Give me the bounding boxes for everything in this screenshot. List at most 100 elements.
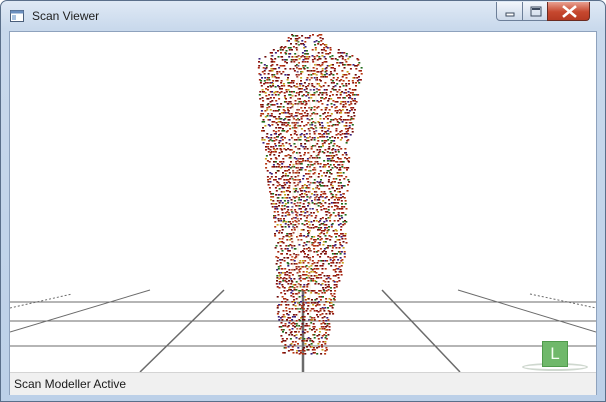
scan-point [275, 133, 277, 135]
scan-point [304, 107, 306, 109]
scan-point [325, 208, 328, 210]
scan-point [293, 227, 296, 229]
scan-point [286, 197, 289, 199]
scan-point [275, 77, 278, 79]
scan-point [347, 91, 350, 93]
scan-point [323, 185, 326, 187]
scan-point [303, 44, 306, 46]
scan-point [279, 178, 282, 180]
scan-point [287, 110, 290, 112]
scan-point [302, 196, 305, 198]
scan-point [319, 149, 322, 151]
scan-point [303, 256, 306, 258]
scan-point [320, 194, 322, 196]
scan-point [281, 316, 284, 318]
scan-point [317, 163, 320, 165]
scan-point [294, 56, 297, 58]
scan-point [280, 322, 283, 324]
scan-point [334, 137, 336, 139]
scan-point [275, 190, 278, 192]
minimize-button[interactable] [496, 2, 523, 21]
scan-point [327, 181, 330, 183]
scan-point [325, 338, 328, 340]
scan-point [274, 221, 277, 223]
scan-point [331, 55, 334, 57]
scan-point [299, 286, 302, 288]
scan-point [271, 124, 274, 126]
scan-point [336, 253, 338, 255]
scan-point [286, 239, 289, 241]
scan-point [302, 187, 305, 189]
scan-point [302, 302, 305, 304]
scan-point [279, 65, 282, 67]
scan-point [329, 259, 332, 261]
scan-point [307, 305, 310, 307]
scan-point [337, 137, 339, 139]
scan-point [287, 304, 290, 306]
scan-point [343, 178, 346, 180]
scan-point [293, 278, 296, 280]
maximize-button[interactable] [522, 2, 548, 21]
scan-point [304, 146, 307, 148]
scan-point [316, 314, 318, 316]
scan-point [352, 107, 355, 109]
scan-point [284, 197, 287, 199]
scan-point [289, 338, 292, 340]
title-bar[interactable]: Scan Viewer [1, 1, 605, 31]
close-button[interactable] [547, 2, 590, 21]
scan-point [312, 323, 315, 325]
scan-point [339, 94, 342, 96]
scan-point [318, 199, 321, 201]
scan-point [319, 206, 322, 208]
scan-point [290, 233, 293, 235]
scan-point [293, 299, 296, 301]
scan-point [350, 116, 353, 118]
scan-point [269, 97, 272, 99]
scan-point [309, 340, 312, 342]
light-indicator-button[interactable]: L [542, 341, 568, 367]
scan-point [306, 166, 309, 168]
scan-point [274, 110, 277, 112]
scan-point [328, 158, 331, 160]
3d-viewport[interactable]: L [10, 32, 596, 372]
scan-point [344, 59, 347, 61]
scan-point [321, 272, 324, 274]
scan-point [287, 89, 290, 91]
scan-point [339, 134, 342, 136]
scan-point [283, 257, 286, 259]
scan-point [262, 130, 265, 132]
scan-point [288, 172, 291, 174]
scan-point [294, 326, 296, 328]
scan-point [274, 226, 277, 228]
scan-point [316, 353, 319, 355]
scan-point [264, 56, 267, 58]
scan-point [301, 323, 304, 325]
scan-point [324, 166, 327, 168]
scan-point [289, 286, 292, 288]
scan-point [284, 184, 287, 186]
scan-point [299, 350, 302, 352]
scan-point [305, 323, 308, 325]
scan-point [285, 59, 288, 61]
scan-point [305, 191, 308, 193]
scan-point [272, 85, 275, 87]
scan-point [284, 340, 287, 342]
scan-point [281, 286, 284, 288]
scan-point [283, 220, 286, 222]
scene-canvas[interactable] [10, 32, 596, 372]
scan-point [333, 68, 336, 70]
scan-point [333, 140, 336, 142]
scan-point [282, 242, 285, 244]
grid-line [10, 293, 73, 309]
scan-point [310, 221, 313, 223]
scan-point [276, 313, 279, 315]
scan-point [281, 226, 284, 228]
scan-point [281, 212, 284, 214]
scan-point [315, 329, 318, 331]
scan-point [260, 62, 263, 64]
scan-point [330, 98, 333, 100]
scan-point [298, 113, 301, 115]
scan-point [324, 341, 327, 343]
scan-point [288, 289, 291, 291]
scan-point [307, 262, 310, 264]
